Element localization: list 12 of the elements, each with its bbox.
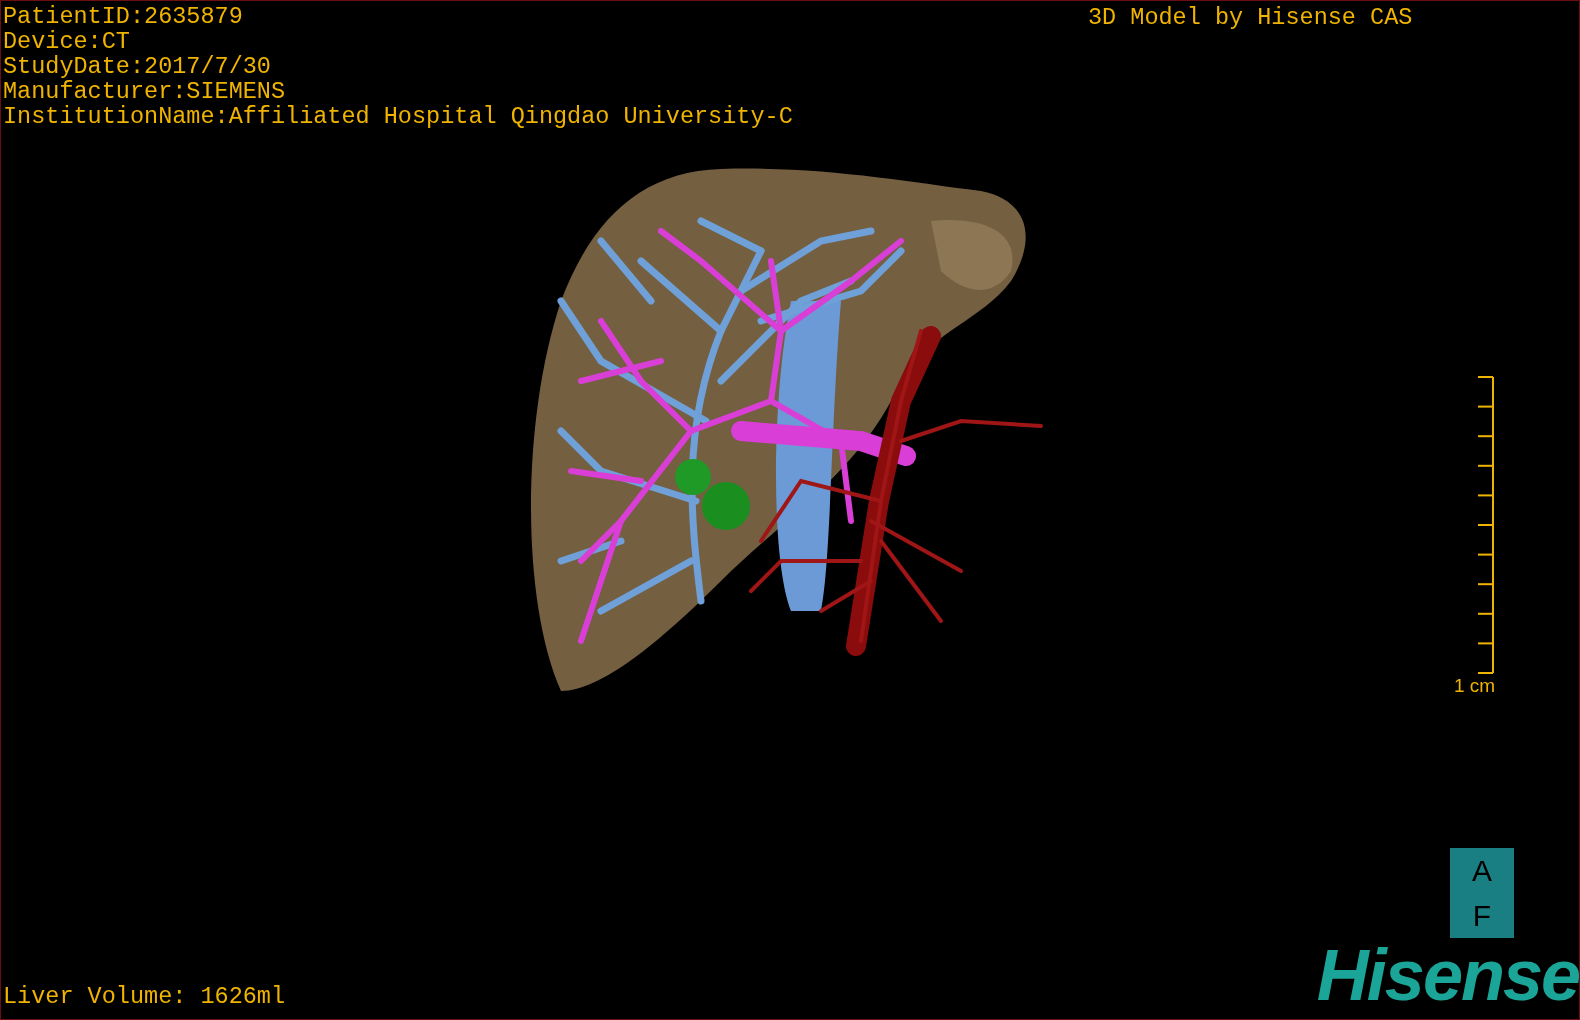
patient-info-text: Device:CT (3, 29, 131, 54)
brand-logo: Hisense (1316, 939, 1579, 1011)
orientation-indicator[interactable]: A F (1450, 848, 1514, 938)
patient-info-text: PatientID:2635879 (3, 4, 244, 29)
scale-label: 1 cm (1454, 675, 1496, 697)
liver-volume-text: Liver Volume: 1626ml (3, 984, 286, 1009)
orientation-label: A (1472, 855, 1492, 886)
patient-info-text: StudyDate:2017/7/30 (3, 54, 272, 79)
orientation-label: F (1472, 900, 1492, 931)
patient-info-text: Manufacturer:SIEMENS (3, 79, 287, 104)
patient-info-text: InstitutionName:Affiliated Hospital Qingdao University-C (3, 104, 793, 129)
model-caption: 3D Model by Hisense CAS (1088, 5, 1413, 30)
